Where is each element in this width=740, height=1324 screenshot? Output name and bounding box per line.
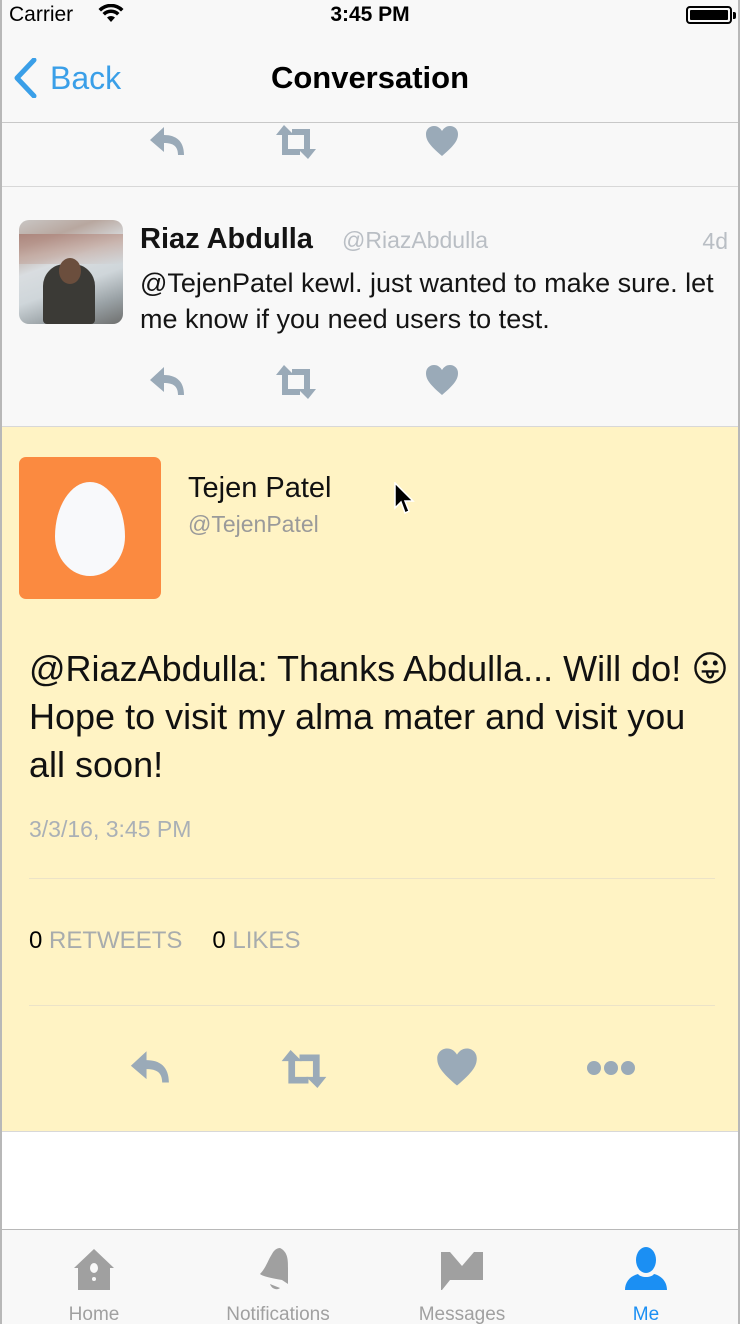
tab-label: Messages — [418, 1304, 506, 1324]
like-icon — [437, 1048, 477, 1086]
envelope-icon — [441, 1252, 483, 1290]
tweet-timestamp: 3/3/16, 3:45 PM — [29, 816, 192, 842]
like-button[interactable] — [425, 125, 459, 157]
egg-avatar-icon — [55, 482, 125, 576]
retweet-button[interactable] — [274, 365, 318, 399]
retweets-count: 0 — [29, 927, 43, 954]
tab-me[interactable]: Me — [554, 1230, 738, 1324]
likes-count: 0 — [212, 927, 226, 954]
like-button[interactable] — [425, 364, 459, 396]
retweet-icon — [276, 125, 316, 159]
more-icon — [587, 1061, 635, 1075]
avatar[interactable] — [19, 457, 161, 599]
avatar[interactable] — [19, 220, 123, 324]
reply-button[interactable] — [127, 1049, 175, 1087]
tab-label: Home — [68, 1304, 120, 1324]
reply-icon — [130, 1051, 169, 1083]
home-icon — [74, 1249, 114, 1290]
retweet-button[interactable] — [274, 125, 318, 159]
tab-home[interactable]: Home — [2, 1230, 186, 1324]
tweet-text: @RiazAbdulla: Thanks Abdulla... Will do!… — [29, 645, 729, 789]
retweet-icon — [276, 365, 316, 399]
mouse-cursor-icon — [394, 482, 415, 515]
tab-bar: Home Notifications Messages Me — [2, 1229, 738, 1324]
tab-label: Notifications — [226, 1304, 330, 1324]
more-button[interactable] — [586, 1059, 636, 1077]
reply-button[interactable] — [148, 125, 188, 159]
tweet-riaz-abdulla[interactable]: Riaz Abdulla @RiazAbdulla 4d @TejenPatel… — [2, 187, 738, 427]
status-time: 3:45 PM — [330, 3, 410, 26]
tweet-text: @TejenPatel kewl. just wanted to make su… — [140, 268, 714, 334]
tweet-stats: 0 RETWEETS 0 LIKES — [29, 927, 330, 955]
tweet-author-name[interactable]: Riaz Abdulla — [140, 223, 313, 256]
tab-messages[interactable]: Messages — [370, 1230, 554, 1324]
like-icon — [426, 126, 458, 156]
retweet-icon — [281, 1050, 327, 1088]
tab-label: Me — [632, 1304, 660, 1324]
tweet-author-handle: @RiazAbdulla — [342, 227, 489, 253]
focused-tweet-tejen-patel: Tejen Patel @TejenPatel @RiazAbdulla: Th… — [2, 427, 738, 1132]
tab-notifications[interactable]: Notifications — [186, 1230, 370, 1324]
battery-full-icon — [686, 6, 736, 24]
tweet-text-part: Hope to visit my alma mater and visit yo… — [29, 696, 686, 785]
like-icon — [426, 365, 458, 395]
retweet-button[interactable] — [279, 1050, 329, 1088]
reply-button[interactable] — [148, 365, 188, 399]
page-title: Conversation — [270, 60, 470, 95]
status-bar: Carrier 3:45 PM — [2, 0, 738, 30]
tweet-age: 4d — [702, 228, 728, 254]
likes-label: LIKES — [232, 927, 301, 954]
divider — [29, 1005, 715, 1006]
tweet-author-handle: @TejenPatel — [188, 511, 319, 537]
person-icon — [625, 1247, 667, 1290]
tongue-emoji: 😛 — [691, 648, 729, 689]
tweet-author-name[interactable]: Tejen Patel — [188, 472, 332, 505]
previous-tweet-actions — [2, 123, 738, 187]
reply-icon — [150, 127, 184, 155]
divider — [29, 878, 715, 879]
retweets-stat[interactable]: 0 RETWEETS — [29, 927, 182, 955]
navigation-bar: Back Conversation — [2, 30, 738, 123]
bell-icon — [260, 1248, 288, 1290]
retweets-label: RETWEETS — [49, 927, 183, 954]
tweet-text-part: @RiazAbdulla: Thanks Abdulla... Will do! — [29, 648, 692, 689]
like-button[interactable] — [436, 1047, 478, 1087]
reply-icon — [150, 367, 184, 395]
likes-stat[interactable]: 0 LIKES — [212, 927, 300, 955]
